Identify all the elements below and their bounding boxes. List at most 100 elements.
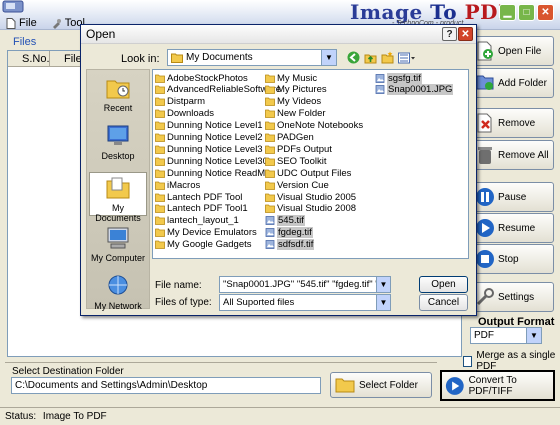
folder-icon xyxy=(155,97,165,107)
image-file-icon xyxy=(265,240,275,249)
folder-item[interactable]: Dunning Notice Level2 xyxy=(155,132,263,144)
folder-icon xyxy=(265,85,275,95)
file-item[interactable]: fgdeg.tif xyxy=(265,227,313,239)
folder-item[interactable]: lantech_layout_1 xyxy=(155,215,239,227)
folder-icon xyxy=(155,193,165,202)
file-item-label: AdvancedReliableSoftware xyxy=(167,84,282,96)
place-desktop[interactable]: Desktop xyxy=(89,124,147,164)
file-name-field[interactable]: "Snap0001.JPG" "545.tif" "fgdeg.tif" "sd… xyxy=(219,276,391,293)
maximize-button[interactable]: □ xyxy=(518,4,535,21)
folder-item[interactable]: Dunning Notice ReadMe xyxy=(155,167,271,179)
resume-label: Resume xyxy=(498,222,536,234)
folder-icon xyxy=(265,204,275,214)
folder-item[interactable]: My Music xyxy=(265,72,317,84)
merge-checkbox-row[interactable]: Merge as a single PDF xyxy=(463,350,560,372)
dialog-cancel-button[interactable]: Cancel xyxy=(419,294,468,311)
resume-button[interactable]: Resume xyxy=(470,213,554,243)
image-file-icon xyxy=(375,85,385,95)
folder-icon xyxy=(155,216,165,226)
up-folder-icon xyxy=(364,54,376,64)
select-folder-button[interactable]: Select Folder xyxy=(330,372,432,398)
place-my-computer[interactable]: My Computer xyxy=(89,226,147,266)
dialog-close-button[interactable]: ✕ xyxy=(458,27,473,41)
folder-item[interactable]: Dunning Notice Level30 xyxy=(155,155,268,167)
folder-item[interactable]: AdobeStockPhotos xyxy=(155,72,248,84)
folder-item[interactable]: AdvancedReliableSoftware xyxy=(155,84,281,96)
file-type-select[interactable]: All Suported files ▼ xyxy=(219,294,391,311)
folder-item[interactable]: Lantech PDF Tool1 xyxy=(155,203,248,215)
new-folder-button[interactable] xyxy=(380,51,394,64)
folder-item[interactable]: UDC Output Files xyxy=(265,167,351,179)
file-item-label: AdobeStockPhotos xyxy=(167,72,248,84)
my-documents-place-icon xyxy=(106,177,130,199)
close-button[interactable]: ✕ xyxy=(537,4,554,21)
help-button[interactable]: ? xyxy=(442,27,457,41)
minimize-button[interactable]: ▁ xyxy=(499,4,516,21)
place-recent-label: Recent xyxy=(103,103,133,113)
place-my-network[interactable]: My Network xyxy=(89,274,147,311)
folder-item[interactable]: Dunning Notice Level3 xyxy=(155,143,263,155)
settings-button[interactable]: Settings xyxy=(470,282,554,312)
folder-item[interactable]: Dunning Notice Level1 xyxy=(155,120,263,132)
file-item[interactable]: 545.tif xyxy=(265,215,305,227)
convert-button[interactable]: Convert To PDF/TIFF xyxy=(440,370,555,401)
dialog-open-button[interactable]: Open xyxy=(419,276,468,293)
folder-item[interactable]: PDFs Output xyxy=(265,143,332,155)
file-name-chevron-icon[interactable]: ▼ xyxy=(376,277,390,292)
output-format-value: PDF xyxy=(474,330,494,341)
file-item-label: PADGen xyxy=(277,132,314,143)
dialog-title: Open xyxy=(86,27,116,41)
folder-item[interactable]: My Pictures xyxy=(265,84,327,96)
file-type-chevron-icon[interactable]: ▼ xyxy=(376,295,390,310)
folder-item[interactable]: PADGen xyxy=(265,132,314,144)
file-item[interactable]: sdfsdf.tif xyxy=(265,239,315,251)
folder-item[interactable]: Visual Studio 2005 xyxy=(265,191,356,203)
place-my-documents[interactable]: My Documents xyxy=(89,172,147,223)
open-file-button[interactable]: Open File xyxy=(470,36,554,66)
look-in-select[interactable]: My Documents ▼ xyxy=(167,49,337,66)
folder-item[interactable]: Downloads xyxy=(155,108,214,120)
folder-item[interactable]: iMacros xyxy=(155,179,200,191)
menu-file[interactable]: File xyxy=(6,15,37,31)
folder-icon xyxy=(265,97,275,107)
add-folder-button[interactable]: Add Folder xyxy=(470,68,554,98)
select-folder-label: Select Folder xyxy=(359,379,418,391)
column-header-sno[interactable]: S.No. xyxy=(8,51,50,66)
folder-item[interactable]: Visual Studio 2008 xyxy=(265,203,356,215)
merge-checkbox[interactable] xyxy=(463,355,473,367)
folder-item[interactable]: Distparm xyxy=(155,96,205,108)
file-item-label: lantech_layout_1 xyxy=(167,215,239,227)
stop-button[interactable]: Stop xyxy=(470,244,554,274)
remove-label: Remove xyxy=(498,117,536,129)
folder-item[interactable]: Lantech PDF Tool xyxy=(155,191,242,203)
file-item-label: Distparm xyxy=(167,96,206,108)
destination-path-field[interactable]: C:\Documents and Settings\Admin\Desktop xyxy=(11,377,321,394)
output-format-select[interactable]: PDF ▼ xyxy=(470,327,542,344)
folder-item[interactable]: My Google Gadgets xyxy=(155,239,252,251)
folder-item[interactable]: OneNote Notebooks xyxy=(265,120,363,132)
file-item-label: Dunning Notice Level30 xyxy=(167,155,268,167)
place-recent[interactable]: Recent xyxy=(89,76,147,116)
play-icon xyxy=(476,219,494,237)
up-folder-button[interactable] xyxy=(363,51,377,64)
my-computer-icon xyxy=(107,227,129,249)
remove-icon xyxy=(477,113,492,133)
folder-item[interactable]: SEO Toolkit xyxy=(265,155,326,167)
look-in-chevron-icon[interactable]: ▼ xyxy=(321,50,336,65)
look-in-value: My Documents xyxy=(186,52,253,63)
back-button[interactable] xyxy=(346,51,360,64)
folder-icon xyxy=(155,85,165,95)
file-type-label: Files of type: xyxy=(155,297,212,308)
chevron-down-icon[interactable]: ▼ xyxy=(526,328,541,343)
view-menu-button[interactable] xyxy=(397,51,415,64)
folder-item[interactable]: My Device Emulators xyxy=(155,227,257,239)
file-item[interactable]: sgsfg.tif xyxy=(375,72,422,84)
folder-item[interactable]: New Folder xyxy=(265,108,326,120)
remove-all-button[interactable]: Remove All xyxy=(470,140,554,170)
file-item[interactable]: Snap0001.JPG xyxy=(375,84,454,96)
pause-button[interactable]: Pause xyxy=(470,182,554,212)
folder-item[interactable]: My Videos xyxy=(265,96,321,108)
folder-item[interactable]: Version Cue xyxy=(265,179,329,191)
remove-button[interactable]: Remove xyxy=(470,108,554,138)
file-list[interactable]: AdobeStockPhotos AdvancedReliableSoftware… xyxy=(152,69,469,259)
